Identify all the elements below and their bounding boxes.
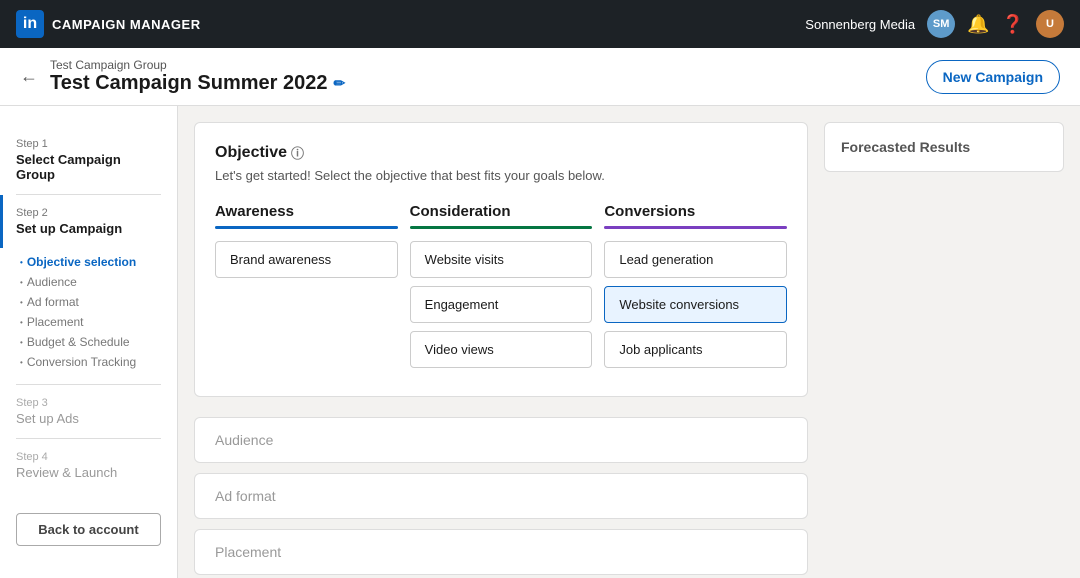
col-consideration: Consideration Website visits Engagement Vid… <box>410 203 593 376</box>
campaign-group-label: Test Campaign Group <box>50 58 345 72</box>
info-icon[interactable]: ⓘ <box>291 143 304 162</box>
option-website-visits[interactable]: Website visits <box>410 241 593 278</box>
forecasted-panel: Forecasted Results <box>824 122 1064 562</box>
sidebar: Step 1 Select Campaign Group Step 2 Set … <box>0 106 178 578</box>
collapsed-placement[interactable]: Placement <box>194 529 808 575</box>
help-icon[interactable]: ❓ <box>1002 14 1024 35</box>
main-layout: Step 1 Select Campaign Group Step 2 Set … <box>0 106 1080 578</box>
collapsed-audience[interactable]: Audience <box>194 417 808 463</box>
app-name-label: CAMPAIGN MANAGER <box>52 17 201 32</box>
col-conversions-bar <box>604 226 787 229</box>
option-website-conversions[interactable]: Website conversions <box>604 286 787 323</box>
forecasted-title: Forecasted Results <box>841 139 1047 155</box>
campaign-info: Test Campaign Group Test Campaign Summer… <box>50 58 345 95</box>
back-to-account-button[interactable]: Back to account <box>16 513 161 546</box>
active-bar <box>0 195 3 248</box>
col-awareness-header: Awareness <box>215 203 398 220</box>
bullet-icon: • <box>20 338 23 347</box>
sidebar-step-4: Step 4 Review & Launch <box>0 439 177 492</box>
bullet-icon: • <box>20 258 23 267</box>
company-name-label: Sonnenberg Media <box>805 17 915 32</box>
objective-columns: Awareness Brand awareness Consideration Web… <box>215 203 787 376</box>
objective-subtitle: Let's get started! Select the objective … <box>215 168 787 183</box>
bullet-icon: • <box>20 358 23 367</box>
step4-title: Review & Launch <box>16 465 161 480</box>
step1-title: Select Campaign Group <box>16 152 161 182</box>
step1-number: Step 1 <box>16 138 161 150</box>
option-brand-awareness[interactable]: Brand awareness <box>215 241 398 278</box>
step4-number: Step 4 <box>16 451 161 463</box>
sidebar-step-3: Step 3 Set up Ads <box>0 385 177 438</box>
sidebar-subitem[interactable]: •Objective selection <box>20 252 161 272</box>
col-awareness-bar <box>215 226 398 229</box>
step3-title: Set up Ads <box>16 411 161 426</box>
step2-number: Step 2 <box>16 207 161 219</box>
header-left: ← Test Campaign Group Test Campaign Summ… <box>20 58 345 95</box>
sidebar-step-2: Step 2 Set up Campaign <box>0 195 177 248</box>
edit-icon[interactable]: ✏ <box>334 75 346 92</box>
nav-left: in CAMPAIGN MANAGER <box>16 10 201 38</box>
content-area: Objective ⓘ Let's get started! Select th… <box>178 106 1080 578</box>
col-awareness: Awareness Brand awareness <box>215 203 398 376</box>
sidebar-subitem[interactable]: •Conversion Tracking <box>20 352 161 372</box>
step3-number: Step 3 <box>16 397 161 409</box>
bullet-icon: • <box>20 278 23 287</box>
sidebar-subitem[interactable]: •Audience <box>20 272 161 292</box>
objective-card: Objective ⓘ Let's get started! Select th… <box>194 122 808 397</box>
top-navigation: in CAMPAIGN MANAGER Sonnenberg Media SM … <box>0 0 1080 48</box>
sidebar-subitem[interactable]: •Ad format <box>20 292 161 312</box>
option-video-views[interactable]: Video views <box>410 331 593 368</box>
sidebar-subitems: •Objective selection•Audience•Ad format•… <box>0 248 177 384</box>
sidebar-subitem[interactable]: •Budget & Schedule <box>20 332 161 352</box>
bullet-icon: • <box>20 298 23 307</box>
sidebar-step-1: Step 1 Select Campaign Group <box>0 126 177 194</box>
collapsed-sections: AudienceAd formatPlacementBudget & Sched… <box>194 407 808 578</box>
step2-title: Set up Campaign <box>16 221 161 236</box>
campaign-title: Test Campaign Summer 2022 ✏ <box>50 72 345 95</box>
bullet-icon: • <box>20 318 23 327</box>
objective-heading: Objective ⓘ <box>215 143 787 162</box>
option-job-applicants[interactable]: Job applicants <box>604 331 787 368</box>
back-arrow-icon[interactable]: ← <box>20 66 38 87</box>
sidebar-steps: Step 1 Select Campaign Group Step 2 Set … <box>0 126 177 501</box>
new-campaign-button[interactable]: New Campaign <box>926 60 1060 94</box>
header-bar: ← Test Campaign Group Test Campaign Summ… <box>0 48 1080 106</box>
notification-icon[interactable]: 🔔 <box>967 14 989 35</box>
col-consideration-header: Consideration <box>410 203 593 220</box>
col-consideration-bar <box>410 226 593 229</box>
company-avatar: SM <box>927 10 955 38</box>
option-engagement[interactable]: Engagement <box>410 286 593 323</box>
collapsed-ad-format[interactable]: Ad format <box>194 473 808 519</box>
user-avatar[interactable]: U <box>1036 10 1064 38</box>
option-lead-generation[interactable]: Lead generation <box>604 241 787 278</box>
nav-right: Sonnenberg Media SM 🔔 ❓ U <box>805 10 1064 38</box>
col-conversions-header: Conversions <box>604 203 787 220</box>
sidebar-subitem[interactable]: •Placement <box>20 312 161 332</box>
linkedin-logo: in <box>16 10 44 38</box>
col-conversions: Conversions Lead generation Website conver… <box>604 203 787 376</box>
forecasted-card: Forecasted Results <box>824 122 1064 172</box>
